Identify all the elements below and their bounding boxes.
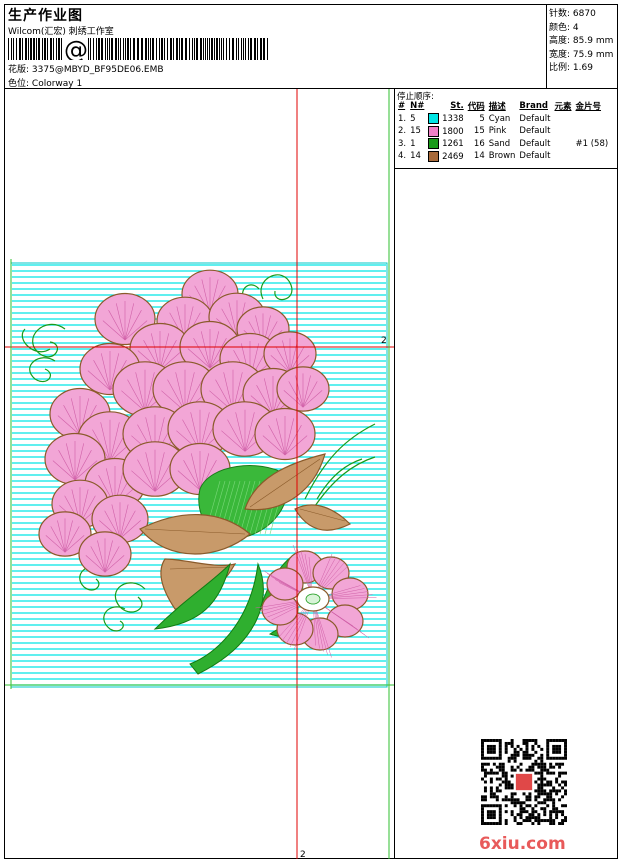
cell-index: 1.: [398, 113, 407, 124]
cell-stitches: 1800: [426, 125, 465, 138]
cell-brand: Default: [519, 151, 551, 162]
cell-code: 15: [473, 126, 485, 137]
design-file: 花版: 3375@MBYD_BF95DE06.EMB: [8, 62, 164, 75]
color-swatch: [428, 113, 440, 125]
cell-description: Cyan: [488, 113, 511, 124]
guide-marker-right: 2: [381, 336, 387, 346]
page-title: 生产作业图: [8, 8, 83, 24]
cell-element: [552, 150, 573, 163]
cell-sequin: [574, 150, 611, 163]
stitch-count: 1261: [442, 139, 464, 150]
col-description: 描述: [488, 102, 506, 113]
cell-sequin: [574, 113, 611, 126]
cell-needle: 14: [410, 151, 421, 162]
cell-code: 5: [479, 113, 485, 124]
cell-code: 16: [473, 138, 485, 149]
cell-index: 4.: [398, 151, 407, 162]
production-worksheet: 生产作业图 Wilcom(汇宏) 刺绣工作室 @ 花版: 3375@MBYD_B…: [4, 4, 618, 859]
embroidery-preview: 2 2: [5, 89, 394, 859]
table-row: 4. 14 2469 14 Brown Default: [396, 150, 610, 163]
col-brand: Brand: [519, 101, 548, 112]
col-needle: N#: [410, 101, 425, 112]
stitch-count: 1800: [442, 126, 464, 137]
cell-index: 3.: [398, 138, 407, 149]
cell-sequin: [574, 125, 611, 138]
cell-description: Sand: [488, 138, 511, 149]
table-header-row: # N# St. 代码 描述 Brand 元素 金片号: [396, 100, 610, 113]
qr-code: [481, 739, 567, 825]
cell-needle: 5: [410, 113, 416, 124]
cell-stitches: 1261: [426, 138, 465, 151]
cell-code: 14: [473, 151, 485, 162]
stats-panel: 针数: 6870 颜色: 4 高度: 85.9 mm 宽度: 75.9 mm 比…: [547, 5, 617, 89]
stat-stitches: 针数: 6870: [549, 9, 596, 19]
cell-index: 2.: [398, 126, 407, 137]
watermark-logo: 6xiu.com: [479, 834, 566, 854]
cell-stitches: 1338: [426, 113, 465, 126]
stitch-count: 1338: [442, 114, 464, 125]
table-row: 3. 1 1261 16 Sand Default #1 (58): [396, 138, 610, 151]
stitch-count: 2469: [442, 151, 464, 162]
side-panel: 停止顺序: # N# St. 代码 描述 Brand 元素 金片号 1. 5 13…: [395, 89, 617, 859]
cell-brand: Default: [519, 126, 551, 137]
cell-element: [552, 138, 573, 151]
barcode: @: [8, 38, 268, 60]
cell-brand: Default: [519, 113, 551, 124]
col-code: 代码: [467, 102, 485, 113]
stop-sequence-table: # N# St. 代码 描述 Brand 元素 金片号 1. 5 1338 5 Cya…: [396, 100, 610, 163]
colorway-label: 色位:: [8, 79, 30, 89]
design-canvas: 2 2: [5, 89, 395, 859]
stat-colors: 颜色: 4: [549, 22, 579, 33]
col-element: 元素: [554, 102, 572, 113]
stat-height: 高度: 85.9 mm: [549, 36, 614, 46]
table-row: 1. 5 1338 5 Cyan Default: [396, 113, 610, 126]
guide-marker-bottom: 2: [300, 850, 306, 859]
design-value: 3375@MBYD_BF95DE06.EMB: [31, 65, 164, 75]
cell-needle: 15: [410, 126, 421, 137]
header-panel: 生产作业图 Wilcom(汇宏) 刺绣工作室 @ 花版: 3375@MBYD_B…: [5, 5, 547, 89]
cell-stitches: 2469: [426, 150, 465, 163]
stat-scale: 比例: 1.69: [549, 63, 593, 73]
col-index: #: [398, 101, 406, 112]
colorway: 色位: Colorway 1: [8, 76, 82, 89]
col-sequin: 金片号: [575, 102, 602, 113]
colorway-value: Colorway 1: [31, 79, 83, 89]
stat-width: 宽度: 75.9 mm: [549, 49, 614, 60]
stop-sequence-panel: 停止顺序: # N# St. 代码 描述 Brand 元素 金片号 1. 5 13…: [395, 89, 617, 169]
barcode-at-symbol: @: [64, 38, 88, 60]
cell-sequin: #1 (58): [575, 138, 609, 149]
color-swatch: [428, 125, 440, 137]
cell-element: [552, 113, 573, 126]
cell-description: Pink: [488, 126, 507, 137]
col-stitches: St.: [450, 101, 464, 112]
table-row: 2. 15 1800 15 Pink Default: [396, 125, 610, 138]
color-swatch: [428, 138, 440, 150]
cell-brand: Default: [519, 138, 551, 149]
qr-center-seal: [514, 772, 534, 792]
cell-element: [552, 125, 573, 138]
cell-needle: 1: [410, 138, 416, 149]
studio-name: Wilcom(汇宏) 刺绣工作室: [8, 27, 114, 37]
design-label: 花版:: [8, 65, 30, 75]
cell-description: Brown: [488, 151, 516, 162]
color-swatch: [428, 150, 440, 162]
